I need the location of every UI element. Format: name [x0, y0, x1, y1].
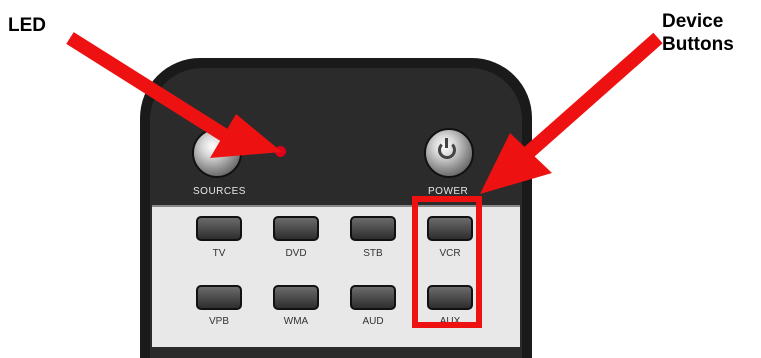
callout-arrows: [66, 32, 663, 194]
device-arrow-shaft: [523, 32, 663, 159]
led-arrow-shaft: [66, 32, 236, 146]
